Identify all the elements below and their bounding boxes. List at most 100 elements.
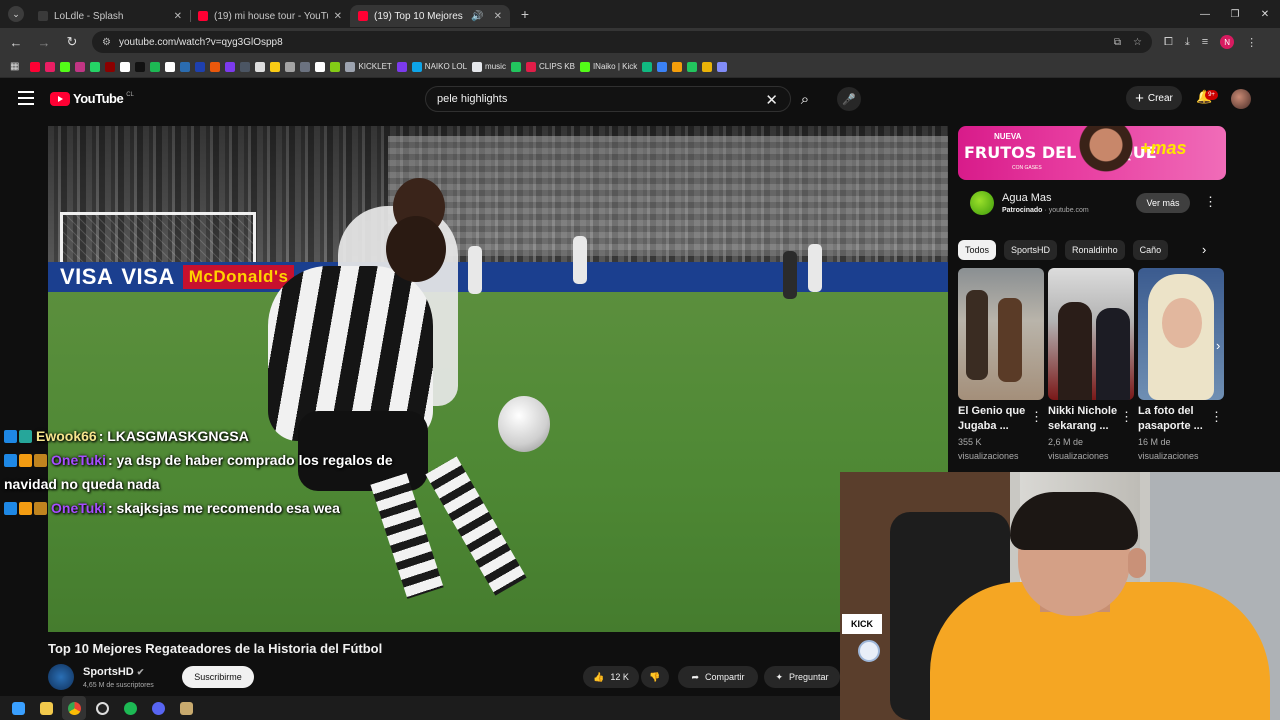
- chevron-right-icon[interactable]: ›: [1202, 242, 1206, 257]
- bookmark-item[interactable]: [315, 61, 326, 72]
- bookmark-item[interactable]: [240, 61, 251, 72]
- media-controls-icon[interactable]: ≡: [1202, 36, 1208, 48]
- create-button[interactable]: + Crear: [1126, 86, 1182, 110]
- chip-sportshd[interactable]: SportsHD: [1004, 240, 1058, 260]
- subscribe-button[interactable]: Suscribirme: [182, 666, 254, 688]
- file-explorer-icon[interactable]: [34, 696, 58, 720]
- menu-icon[interactable]: [18, 91, 34, 105]
- search-button[interactable]: ⌕: [794, 88, 816, 110]
- close-tab-icon[interactable]: ✕: [494, 11, 502, 22]
- chrome-icon[interactable]: [62, 696, 86, 720]
- tab-loldle[interactable]: LoLdle - Splash ✕: [30, 5, 190, 27]
- bookmark-item[interactable]: [270, 61, 281, 72]
- browser-menu-icon[interactable]: ⋮: [1246, 36, 1257, 49]
- tab-house-tour[interactable]: (19) mi house tour - YouTube ✕: [190, 5, 350, 27]
- short-more-icon[interactable]: ⋮: [1030, 410, 1043, 423]
- forward-button[interactable]: →: [32, 30, 56, 54]
- dislike-button[interactable]: 👎: [641, 666, 669, 688]
- downloads-icon[interactable]: ⤓: [1185, 36, 1190, 49]
- bookmark-item[interactable]: [135, 61, 146, 72]
- bookmark-item[interactable]: [255, 61, 266, 72]
- like-button[interactable]: 👍 12 K: [583, 666, 639, 688]
- obs-icon[interactable]: [90, 696, 114, 720]
- bookmark-item[interactable]: [105, 61, 116, 72]
- bookmark-item[interactable]: KICKLET: [345, 61, 392, 72]
- spotify-icon[interactable]: [118, 696, 142, 720]
- bookmark-item[interactable]: [225, 61, 236, 72]
- video-player[interactable]: VISA VISA McDonald's: [48, 126, 948, 632]
- shorts-next-icon[interactable]: ›: [1216, 338, 1232, 354]
- bookmark-item[interactable]: [180, 61, 191, 72]
- short-thumbnail[interactable]: [958, 268, 1044, 400]
- back-button[interactable]: ←: [4, 30, 28, 54]
- close-tab-icon[interactable]: ✕: [174, 11, 182, 22]
- new-tab-button[interactable]: +: [516, 5, 534, 23]
- tab-search-button[interactable]: ⌄: [8, 6, 24, 22]
- bookmark-item[interactable]: [642, 61, 653, 72]
- bookmark-item[interactable]: [30, 61, 41, 72]
- bookmark-item[interactable]: NAIKO LOL: [411, 61, 467, 72]
- channel-name-row[interactable]: SportsHD ✔: [83, 666, 144, 678]
- bookmark-item[interactable]: [210, 61, 221, 72]
- bookmark-item[interactable]: [657, 61, 668, 72]
- windows-start-icon[interactable]: [6, 696, 30, 720]
- bookmark-item[interactable]: [120, 61, 131, 72]
- share-button[interactable]: ➦ Compartir: [678, 666, 758, 688]
- short-thumbnail[interactable]: [1138, 268, 1224, 400]
- short-title[interactable]: La foto del pasaporte ...: [1138, 404, 1214, 434]
- bookmark-item[interactable]: [75, 61, 86, 72]
- close-window-icon[interactable]: ✕: [1250, 0, 1280, 28]
- short-title[interactable]: Nikki Nichole sekarang ...: [1048, 404, 1124, 434]
- league-client-icon[interactable]: [174, 696, 198, 720]
- ad-title[interactable]: Agua Mas: [1002, 192, 1052, 204]
- bookmark-item[interactable]: [702, 61, 713, 72]
- ad-cta-button[interactable]: Ver más: [1136, 193, 1190, 213]
- speaker-icon[interactable]: 🔊: [471, 11, 483, 22]
- bookmark-item[interactable]: [396, 61, 407, 72]
- short-thumbnail[interactable]: [1048, 268, 1134, 400]
- bookmark-item[interactable]: [672, 61, 683, 72]
- bookmark-item[interactable]: [687, 61, 698, 72]
- ask-button[interactable]: ✦ Preguntar: [764, 666, 840, 688]
- reload-button[interactable]: ↻: [60, 30, 84, 54]
- bookmark-item[interactable]: [60, 61, 71, 72]
- advertiser-logo[interactable]: [970, 191, 994, 215]
- bookmark-item[interactable]: [150, 61, 161, 72]
- short-more-icon[interactable]: ⋮: [1120, 410, 1133, 423]
- short-title[interactable]: El Genio que Jugaba ...: [958, 404, 1034, 434]
- clear-search-icon[interactable]: ✕: [765, 91, 778, 109]
- bookmark-item[interactable]: [510, 61, 521, 72]
- discord-icon[interactable]: [146, 696, 170, 720]
- search-input[interactable]: pele highlights ✕: [425, 86, 791, 112]
- bookmark-item[interactable]: [165, 61, 176, 72]
- bookmark-item[interactable]: [285, 61, 296, 72]
- install-app-icon[interactable]: ⧉: [1114, 37, 1121, 48]
- chip-all[interactable]: Todos: [958, 240, 997, 260]
- apps-grid-icon[interactable]: ▦: [10, 61, 19, 72]
- ad-banner-image[interactable]: NUEVA FRUTOS DEL BOSQUE CON GASES +mas: [958, 126, 1226, 180]
- extensions-icon[interactable]: ⧠: [1164, 36, 1173, 49]
- bookmark-item[interactable]: [45, 61, 56, 72]
- bookmark-star-icon[interactable]: ☆: [1133, 37, 1142, 48]
- chip-ronaldinho[interactable]: Ronaldinho: [1065, 240, 1125, 260]
- ad-more-icon[interactable]: ⋮: [1204, 195, 1217, 208]
- profile-avatar[interactable]: N: [1220, 35, 1235, 49]
- close-tab-icon[interactable]: ✕: [334, 11, 342, 22]
- chip-cano[interactable]: Caño: [1132, 240, 1169, 260]
- bookmark-item[interactable]: CLIPS KB: [525, 61, 575, 72]
- minimize-icon[interactable]: —: [1190, 0, 1220, 28]
- bookmark-item[interactable]: [717, 61, 728, 72]
- bookmark-item[interactable]: [300, 61, 311, 72]
- channel-avatar[interactable]: [48, 664, 74, 690]
- address-bar[interactable]: ⚙ youtube.com/watch?v=qyg3GlOspp8 ⧉ ☆: [92, 31, 1152, 53]
- site-info-icon[interactable]: ⚙: [102, 37, 111, 48]
- account-avatar[interactable]: [1231, 89, 1251, 109]
- bookmark-item[interactable]: [330, 61, 341, 72]
- bookmark-item[interactable]: [90, 61, 101, 72]
- bookmark-item[interactable]: [195, 61, 206, 72]
- bookmark-item[interactable]: music: [472, 61, 506, 72]
- voice-search-button[interactable]: 🎤: [837, 87, 861, 111]
- tab-top-10[interactable]: (19) Top 10 Mejores Regate 🔊 ✕: [350, 5, 510, 27]
- bookmark-item[interactable]: INaiko | Kick: [579, 61, 637, 72]
- youtube-logo[interactable]: YouTube CL: [50, 91, 134, 106]
